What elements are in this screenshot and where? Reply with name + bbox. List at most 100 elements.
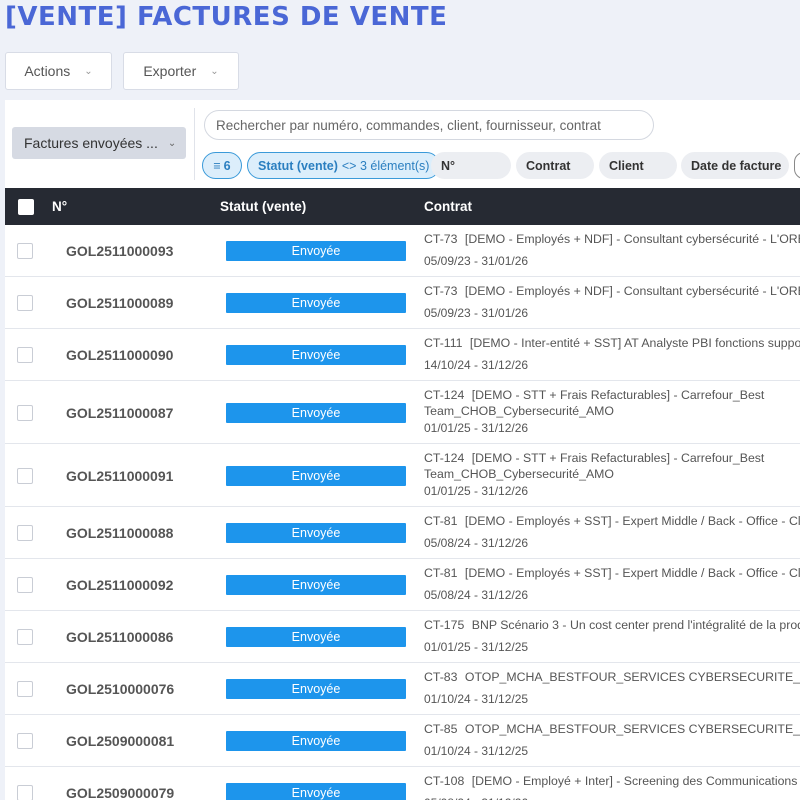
row-checkbox[interactable]: [17, 243, 33, 259]
contract-cell[interactable]: CT-124 [DEMO - STT + Frais Refacturables…: [424, 450, 800, 482]
contract-code: CT-73: [424, 284, 458, 298]
more-filter-chip[interactable]: [794, 152, 800, 179]
table-row[interactable]: GOL2511000087 Envoyée CT-124 [DEMO - STT +…: [5, 381, 800, 444]
contract-title: BNP Scénario 3 - Un cost center prend l'…: [471, 618, 800, 632]
table-row[interactable]: GOL2511000093 Envoyée CT-73 [DEMO - Employ…: [5, 225, 800, 277]
invoice-number[interactable]: GOL2511000089: [66, 295, 173, 311]
contract-cell[interactable]: CT-111 [DEMO - Inter-entité + SST] AT An…: [424, 335, 800, 351]
client-filter-chip[interactable]: Client: [599, 152, 677, 179]
page-title: [VENTE] FACTURES DE VENTE: [5, 2, 448, 32]
select-all-checkbox[interactable]: [18, 199, 34, 215]
invoice-number[interactable]: GOL2510000076: [66, 681, 174, 697]
status-filter-chip[interactable]: Statut (vente) <> 3 élément(s): [247, 152, 441, 179]
contract-title: [DEMO - Employés + SST] - Expert Middle …: [464, 566, 800, 580]
contract-cell[interactable]: CT-175 BNP Scénario 3 - Un cost center p…: [424, 617, 800, 633]
contract-dates: 01/01/25 - 31/12/26: [424, 421, 529, 435]
invoice-number[interactable]: GOL2511000086: [66, 629, 173, 645]
contract-code: CT-108: [424, 774, 465, 788]
column-header-contract[interactable]: Contrat: [424, 199, 472, 214]
status-badge: Envoyée: [226, 679, 406, 699]
row-checkbox[interactable]: [17, 347, 33, 363]
status-badge: Envoyée: [226, 731, 406, 751]
invoice-number[interactable]: GOL2509000081: [66, 733, 174, 749]
invoice-table-body: GOL2511000093 Envoyée CT-73 [DEMO - Employ…: [5, 225, 800, 800]
contract-dates: 05/09/23 - 31/01/26: [424, 306, 529, 320]
row-checkbox[interactable]: [17, 629, 33, 645]
invoice-number[interactable]: GOL2511000091: [66, 468, 173, 484]
table-header: N° Statut (vente) Contrat: [5, 188, 800, 225]
row-checkbox[interactable]: [17, 577, 33, 593]
row-checkbox[interactable]: [17, 525, 33, 541]
row-checkbox[interactable]: [17, 733, 33, 749]
status-badge: Envoyée: [226, 465, 406, 486]
contract-code: CT-124: [424, 451, 465, 465]
contract-dates: 14/10/24 - 31/12/26: [424, 358, 529, 372]
row-checkbox[interactable]: [17, 295, 33, 311]
contract-dates: 01/10/24 - 31/12/25: [424, 744, 529, 758]
contract-dates: 05/08/24 - 31/12/26: [424, 796, 528, 800]
contract-cell[interactable]: CT-73 [DEMO - Employés + NDF] - Consulta…: [424, 231, 800, 247]
contract-code: CT-73: [424, 232, 458, 246]
chevron-down-icon: ⌄: [84, 65, 93, 77]
status-badge: Envoyée: [226, 293, 406, 313]
table-row[interactable]: GOL2511000090 Envoyée CT-111 [DEMO - Inter…: [5, 329, 800, 381]
status-filter-label: Statut (vente): [258, 158, 338, 173]
status-badge: Envoyée: [226, 783, 406, 800]
filter-count: 6: [223, 158, 231, 173]
contract-code: CT-111: [424, 336, 463, 350]
num-filter-chip[interactable]: N°: [431, 152, 511, 179]
contract-cell[interactable]: CT-85 OTOP_MCHA_BESTFOUR_SERVICES CYBERS…: [424, 721, 800, 737]
table-row[interactable]: GOL2511000091 Envoyée CT-124 [DEMO - STT +…: [5, 444, 800, 507]
status-filter-ops: <> 3 élément(s): [341, 158, 430, 173]
invoice-date-filter-chip[interactable]: Date de facture: [681, 152, 789, 179]
row-checkbox[interactable]: [17, 681, 33, 697]
status-badge: Envoyée: [226, 345, 406, 365]
contract-title: OTOP_MCHA_BESTFOUR_SERVICES CYBERSECURIT…: [464, 722, 800, 736]
contract-dates: 01/01/25 - 31/12/26: [424, 484, 529, 498]
table-row[interactable]: GOL2511000089 Envoyée CT-73 [DEMO - Employ…: [5, 277, 800, 329]
table-row[interactable]: GOL2511000092 Envoyée CT-81 [DEMO - Employ…: [5, 559, 800, 611]
column-header-num[interactable]: N°: [52, 199, 67, 214]
export-button[interactable]: Exporter ⌄: [123, 52, 239, 90]
contract-cell[interactable]: CT-81 [DEMO - Employés + SST] - Expert M…: [424, 565, 800, 581]
client-filter-label: Client: [609, 158, 644, 173]
chevron-down-icon: ⌄: [210, 65, 219, 77]
invoice-number[interactable]: GOL2509000079: [66, 785, 174, 800]
column-header-status[interactable]: Statut (vente): [220, 199, 306, 214]
invoice-number[interactable]: GOL2511000087: [66, 405, 173, 421]
search-input[interactable]: [204, 110, 654, 140]
contract-dates: 05/08/24 - 31/12/26: [424, 588, 529, 602]
saved-view-select[interactable]: Factures envoyées ... ⌄: [12, 127, 186, 159]
contract-dates: 01/10/24 - 31/12/25: [424, 692, 529, 706]
contract-cell[interactable]: CT-124 [DEMO - STT + Frais Refacturables…: [424, 387, 800, 419]
contract-title: [DEMO - STT + Frais Refacturables] - Car…: [471, 451, 765, 465]
status-badge: Envoyée: [226, 627, 406, 647]
contract-filter-chip[interactable]: Contrat: [516, 152, 594, 179]
divider: [194, 108, 195, 180]
contract-cell[interactable]: CT-81 [DEMO - Employés + SST] - Expert M…: [424, 513, 800, 529]
table-row[interactable]: GOL2511000088 Envoyée CT-81 [DEMO - Employ…: [5, 507, 800, 559]
saved-view-label: Factures envoyées ...: [24, 135, 158, 151]
contract-cell[interactable]: CT-108 [DEMO - Employé + Inter] - Screen…: [424, 773, 800, 789]
invoice-number[interactable]: GOL2511000090: [66, 347, 173, 363]
contract-title: [DEMO - Employé + Inter] - Screening des…: [471, 774, 798, 788]
status-badge: Envoyée: [226, 241, 406, 261]
status-badge: Envoyée: [226, 402, 406, 423]
row-checkbox[interactable]: [17, 404, 33, 421]
contract-cell[interactable]: CT-73 [DEMO - Employés + NDF] - Consulta…: [424, 283, 800, 299]
row-checkbox[interactable]: [17, 467, 33, 484]
row-checkbox[interactable]: [17, 785, 33, 800]
contract-filter-label: Contrat: [526, 158, 571, 173]
table-row[interactable]: GOL2509000081 Envoyée CT-85 OTOP_MCHA_BEST…: [5, 715, 800, 767]
table-row[interactable]: GOL2511000086 Envoyée CT-175 BNP Scénario …: [5, 611, 800, 663]
table-row[interactable]: GOL2509000079 Envoyée CT-108 [DEMO - Emplo…: [5, 767, 800, 800]
actions-label: Actions: [24, 63, 71, 79]
invoice-number[interactable]: GOL2511000093: [66, 243, 173, 259]
table-row[interactable]: GOL2510000076 Envoyée CT-83 OTOP_MCHA_BEST…: [5, 663, 800, 715]
invoice-number[interactable]: GOL2511000088: [66, 525, 173, 541]
actions-button[interactable]: Actions ⌄: [5, 52, 112, 90]
contract-cell[interactable]: CT-83 OTOP_MCHA_BESTFOUR_SERVICES CYBERS…: [424, 669, 800, 685]
filter-count-chip[interactable]: ≡ 6: [202, 152, 242, 179]
invoice-number[interactable]: GOL2511000092: [66, 577, 173, 593]
contract-code: CT-83: [424, 670, 458, 684]
